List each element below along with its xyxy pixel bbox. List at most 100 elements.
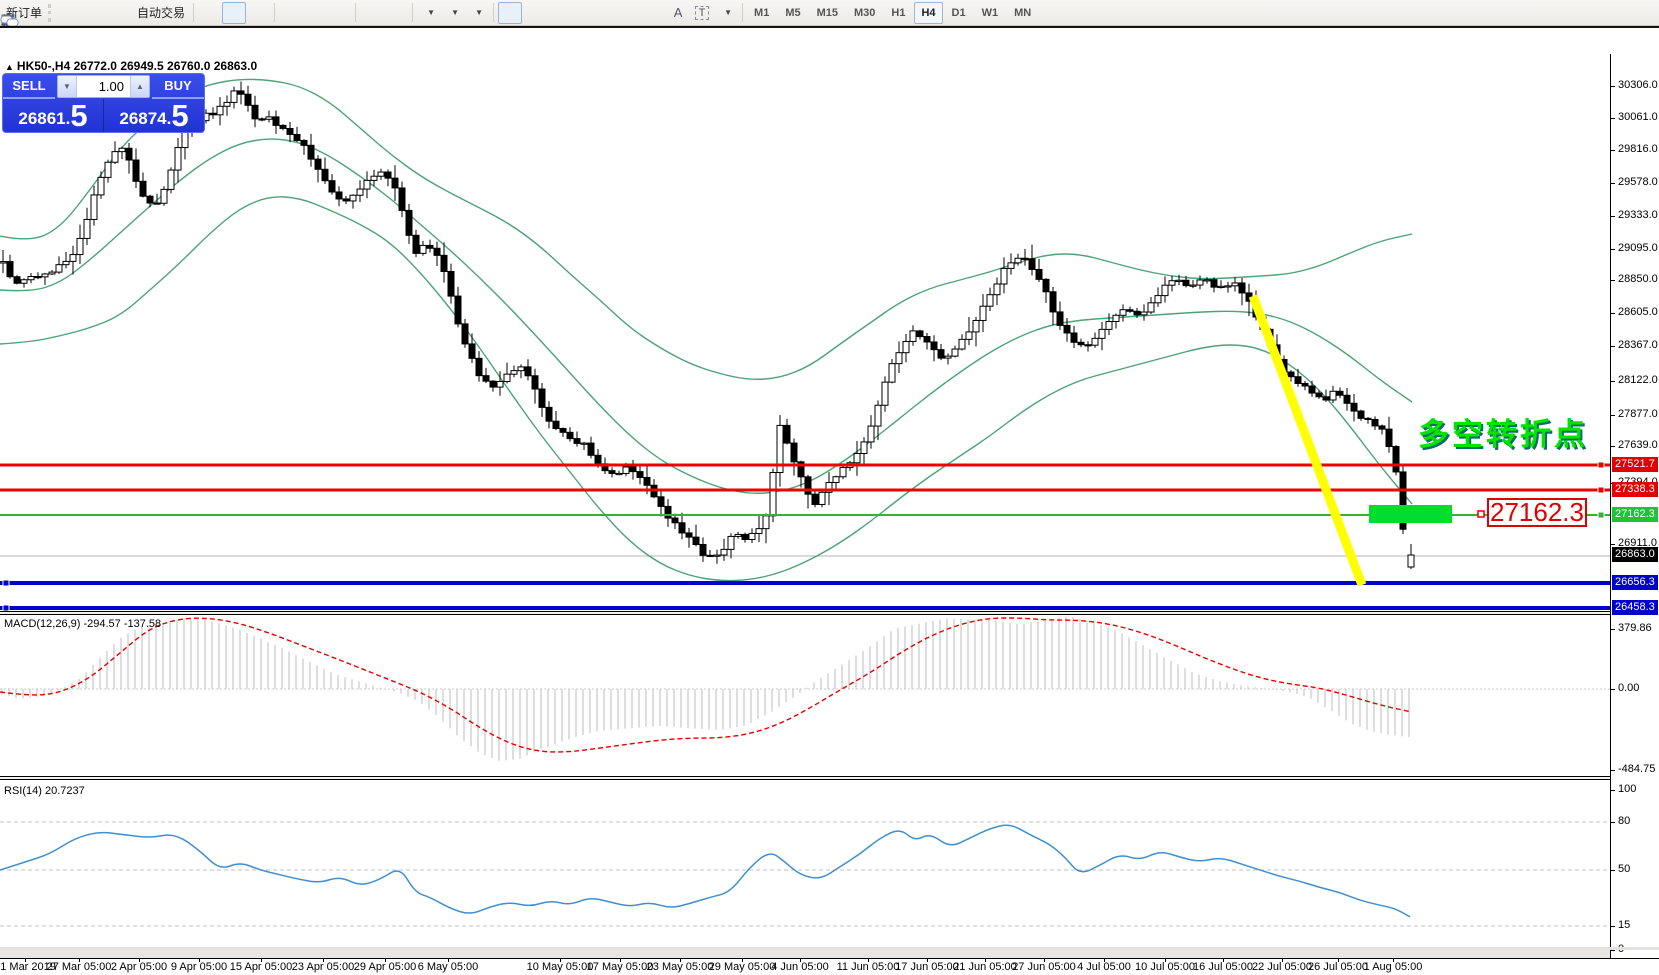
price-badge: 26656.3 [1612,575,1658,590]
timeframe-button-h4[interactable]: H4 [914,2,942,24]
axis-tick [1611,150,1615,151]
note-anchor-handle[interactable] [1478,511,1484,517]
auto-trading-button[interactable]: 自动交易 [130,2,189,24]
price-axis-label: 30306.0 [1618,79,1658,91]
timeframe-button-mn[interactable]: MN [1007,2,1038,24]
zoom-out-button[interactable] [303,2,327,24]
line-handle[interactable] [1598,512,1604,518]
axis-tick [1611,216,1615,217]
new-chart-dropdown[interactable]: ▼ [417,2,441,24]
chart-shift-button[interactable] [384,2,408,24]
chevron-down-icon: ▼ [475,8,483,17]
timeframe-button-d1[interactable]: D1 [945,2,973,24]
rsi-chart-canvas[interactable] [0,780,1610,958]
line-handle[interactable] [1598,462,1604,468]
rsi-splitter[interactable] [0,776,1659,780]
price-axis-label: 29333.0 [1618,209,1658,221]
tile-windows-button[interactable] [327,2,351,24]
macd-chart-canvas[interactable] [0,615,1610,778]
vertical-line-button[interactable] [546,2,570,24]
rsi-axis-label: 50 [1618,863,1630,875]
chat-button[interactable] [1623,2,1647,24]
rsi-axis-label: 15 [1618,919,1630,931]
toolbar-separator [493,3,494,22]
green-zone-rect[interactable] [1369,505,1452,523]
mql5-community-button[interactable] [82,2,106,24]
price-axis[interactable]: 30306.030061.029816.029578.029333.029095… [1610,54,1659,958]
rsi-label: RSI(14) 20.7237 [4,785,85,797]
axis-tick [1611,415,1615,416]
axis-tick [1611,926,1615,927]
cursor-button[interactable] [498,2,522,24]
price-axis-label: 29816.0 [1618,143,1658,155]
line-handle[interactable] [3,580,9,586]
auto-scroll-button[interactable] [360,2,384,24]
yellow-trendline[interactable] [1253,296,1362,585]
bar-chart-button[interactable] [198,2,222,24]
axis-tick [1611,689,1615,690]
price-axis-label: 28605.0 [1618,306,1658,318]
toolbar-separator [193,3,194,22]
timeframe-button-m5[interactable]: M5 [778,2,807,24]
axis-tick [1611,446,1615,447]
timeframe-button-w1[interactable]: W1 [975,2,1006,24]
zoom-in-button[interactable] [279,2,303,24]
buy-price[interactable]: 26874.5 [104,99,204,132]
buy-button[interactable]: BUY [152,74,204,99]
candlestick-chart-button[interactable] [222,2,246,24]
axis-tick [1611,183,1615,184]
sell-price-main: 26861 [18,107,65,131]
templates-dropdown[interactable]: ▼ [465,2,489,24]
horizontal-line-button[interactable] [570,2,594,24]
volume-stepper: ▼ 1.00 ▲ [57,75,150,98]
line-handle[interactable] [1598,487,1604,493]
search-button[interactable] [1591,2,1615,24]
line-chart-button[interactable] [246,2,270,24]
symbol-ohlc-text: HK50-,H4 26772.0 26949.5 26760.0 26863.0 [17,59,257,73]
timeframe-button-h1[interactable]: H1 [884,2,912,24]
text-button[interactable]: A [666,2,690,24]
date-axis[interactable]: 21 Mar 201927 Mar 05:002 Apr 05:009 Apr … [0,958,1659,975]
price-badge: 27162.3 [1612,507,1658,522]
profiles-dropdown[interactable]: ▼ [441,2,465,24]
price-axis-label: 27639.0 [1618,439,1658,451]
price-axis-label: 29578.0 [1618,176,1658,188]
crosshair-button[interactable] [522,2,546,24]
equidistant-channel-button[interactable]: E [618,2,642,24]
axis-tick [1611,118,1615,119]
timeframe-button-m30[interactable]: M30 [847,2,882,24]
macd-axis-label: -484.75 [1618,763,1655,775]
sell-price[interactable]: 26861.5 [3,99,104,132]
axis-tick [1611,280,1615,281]
volume-up-button[interactable]: ▲ [130,76,149,97]
macd-splitter[interactable] [0,611,1659,615]
chinese-annotation[interactable]: 多空转折点 [1418,409,1588,454]
price-badge: 27521.7 [1612,457,1658,472]
main-toolbar: 新订单 自动交易 ▼ ▼ ▼ E F A T ▼ M1M5M15M30H1H4D… [0,0,1659,26]
price-note-box[interactable]: 27162.3 [1487,498,1587,527]
volume-value[interactable]: 1.00 [77,76,130,97]
date-label: 6 May 05:00 [403,961,493,973]
price-badge: 26863.0 [1612,547,1658,562]
timeframe-button-m15[interactable]: M15 [810,2,845,24]
metaeditor-button[interactable] [58,2,82,24]
timeframe-button-m1[interactable]: M1 [747,2,776,24]
axis-tick [1611,950,1615,951]
price-axis-label: 27877.0 [1618,408,1658,420]
trendline-button[interactable] [594,2,618,24]
text-label-button[interactable]: T [690,2,714,24]
arrows-dropdown[interactable]: ▼ [714,2,738,24]
fibonacci-button[interactable]: F [642,2,666,24]
toolbar-right-group [1591,2,1657,24]
axis-tick [1611,822,1615,823]
signals-button[interactable] [106,2,130,24]
macd-label: MACD(12,26,9) -294.57 -137.58 [4,618,161,630]
text-label-icon: T [695,6,710,20]
chevron-down-icon: ▼ [724,8,732,17]
axis-tick [1611,870,1615,871]
collapse-triangle-icon[interactable]: ▲ [5,62,14,72]
main-chart-canvas[interactable] [0,56,1610,615]
one-click-trade-panel: SELL ▼ 1.00 ▲ BUY 26861.5 26874.5 [2,73,205,133]
volume-down-button[interactable]: ▼ [58,76,77,97]
sell-button[interactable]: SELL [3,74,55,99]
